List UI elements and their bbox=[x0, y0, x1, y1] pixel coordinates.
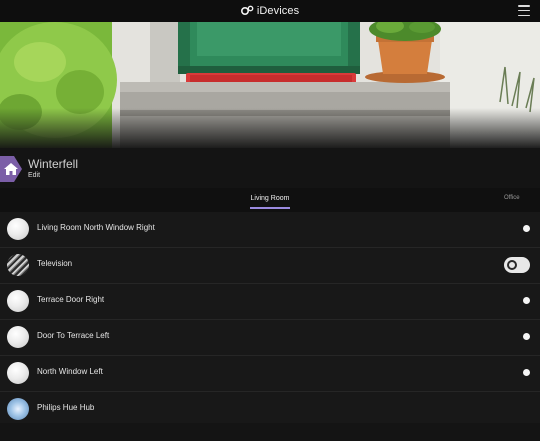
status-dot[interactable] bbox=[523, 297, 530, 304]
device-name: Television bbox=[37, 259, 73, 268]
gears-icon bbox=[240, 5, 254, 15]
device-row[interactable]: Living Room North Window Right bbox=[0, 212, 540, 248]
power-toggle[interactable] bbox=[504, 257, 530, 273]
device-row[interactable]: Terrace Door Right bbox=[0, 284, 540, 320]
device-list: Living Room North Window Right Televisio… bbox=[0, 212, 540, 428]
home-icon[interactable] bbox=[0, 156, 22, 182]
device-name: Living Room North Window Right bbox=[37, 223, 155, 232]
light-bulb-icon bbox=[7, 218, 29, 240]
device-row[interactable]: Door To Terrace Left bbox=[0, 320, 540, 356]
device-name: Terrace Door Right bbox=[37, 295, 105, 304]
light-bulb-icon bbox=[7, 362, 29, 384]
device-name: Door To Terrace Left bbox=[37, 331, 110, 340]
brand-name: iDevices bbox=[256, 5, 300, 17]
tab-living-room[interactable]: Living Room bbox=[240, 195, 300, 202]
tab-office[interactable]: Office bbox=[504, 195, 520, 201]
room-tabs: Living Room Office bbox=[0, 188, 540, 212]
light-bulb-icon bbox=[7, 326, 29, 348]
device-name: Philips Hue Hub bbox=[37, 403, 95, 412]
device-row[interactable]: North Window Left bbox=[0, 356, 540, 392]
edit-link[interactable]: Edit bbox=[28, 172, 40, 179]
home-name: Winterfell bbox=[28, 157, 79, 171]
active-tab-indicator bbox=[250, 207, 290, 209]
hamburger-menu-button[interactable] bbox=[518, 5, 530, 16]
hero-gradient-overlay bbox=[0, 108, 540, 148]
brand-logo: iDevices bbox=[240, 5, 300, 17]
television-icon bbox=[7, 254, 29, 276]
hue-hub-icon bbox=[7, 398, 29, 420]
light-bulb-icon bbox=[7, 290, 29, 312]
status-dot[interactable] bbox=[523, 225, 530, 232]
top-bar: iDevices bbox=[0, 0, 540, 22]
home-photo bbox=[0, 22, 540, 148]
status-dot[interactable] bbox=[523, 333, 530, 340]
bottom-spacer bbox=[0, 423, 540, 441]
home-header: Winterfell Edit bbox=[0, 148, 540, 188]
device-row[interactable]: Television bbox=[0, 248, 540, 284]
status-dot[interactable] bbox=[523, 369, 530, 376]
device-name: North Window Left bbox=[37, 367, 103, 376]
toggle-knob bbox=[507, 260, 517, 270]
